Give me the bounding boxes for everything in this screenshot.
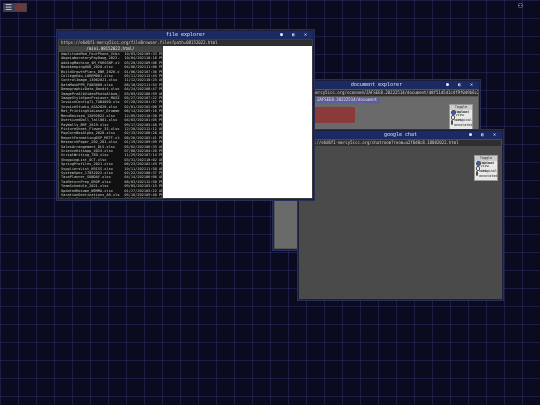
path-tag[interactable]: ZAFSEE8.20222514/document bbox=[314, 97, 381, 103]
file-explorer-window: file explorer ● ◐ ✕ https://e6d6f1-mercy… bbox=[57, 30, 314, 200]
radio-icon[interactable] bbox=[476, 171, 478, 176]
top-left-launcher[interactable]: ☰ bbox=[3, 3, 27, 12]
window-controls[interactable]: ● ◐ ✕ bbox=[280, 31, 310, 39]
file-list-pane: /mini.08152022.html/ AmplitudeMod_FourPh… bbox=[59, 46, 162, 198]
file-row[interactable]: WeatherReport_0000.xlsx07/31/202110:44 A… bbox=[59, 197, 162, 198]
file-name: WeatherReport_0000.xlsx bbox=[61, 197, 120, 198]
window-title: document explorer bbox=[350, 82, 403, 88]
file-preview-pane bbox=[163, 46, 312, 198]
toggle-option-annotated[interactable]: view annotated bbox=[475, 169, 497, 178]
toggle-editor-panel: Toggle Editor upload view original view … bbox=[449, 104, 473, 130]
google-chat-window: google chat ● ◐ ✕ https://e6d6f1-mercy5i… bbox=[298, 130, 503, 300]
radio-icon[interactable] bbox=[451, 120, 453, 125]
hamburger-icon[interactable]: ☰ bbox=[5, 3, 12, 12]
file-list: AmplitudeMod_FourPhone_Vibrate.xlsx10/03… bbox=[59, 52, 162, 198]
file-explorer-titlebar[interactable]: file explorer ● ◐ ✕ bbox=[58, 31, 313, 39]
window-title: file explorer bbox=[165, 32, 206, 38]
file-date: 07/31/2021 bbox=[120, 197, 146, 198]
file-time: 10:44 AM bbox=[146, 197, 162, 198]
window-controls[interactable]: ● ◐ ✕ bbox=[469, 131, 499, 139]
toggle-option-annotated[interactable]: view annotated bbox=[450, 118, 472, 127]
launcher-accent bbox=[15, 4, 26, 11]
user-icon[interactable]: ⚇ bbox=[516, 2, 525, 11]
chat-canvas: Toggle Editor upload view original view … bbox=[300, 147, 501, 298]
window-title: google chat bbox=[383, 132, 418, 138]
google-chat-titlebar[interactable]: google chat ● ◐ ✕ bbox=[299, 131, 502, 139]
address-bar[interactable]: https://e6d6f1-mercy5icc.org/chatroom?ro… bbox=[300, 140, 501, 146]
toggle-editor-panel: Toggle Editor upload view original view … bbox=[474, 155, 498, 181]
window-controls[interactable]: ● ◐ ✕ bbox=[446, 81, 476, 89]
